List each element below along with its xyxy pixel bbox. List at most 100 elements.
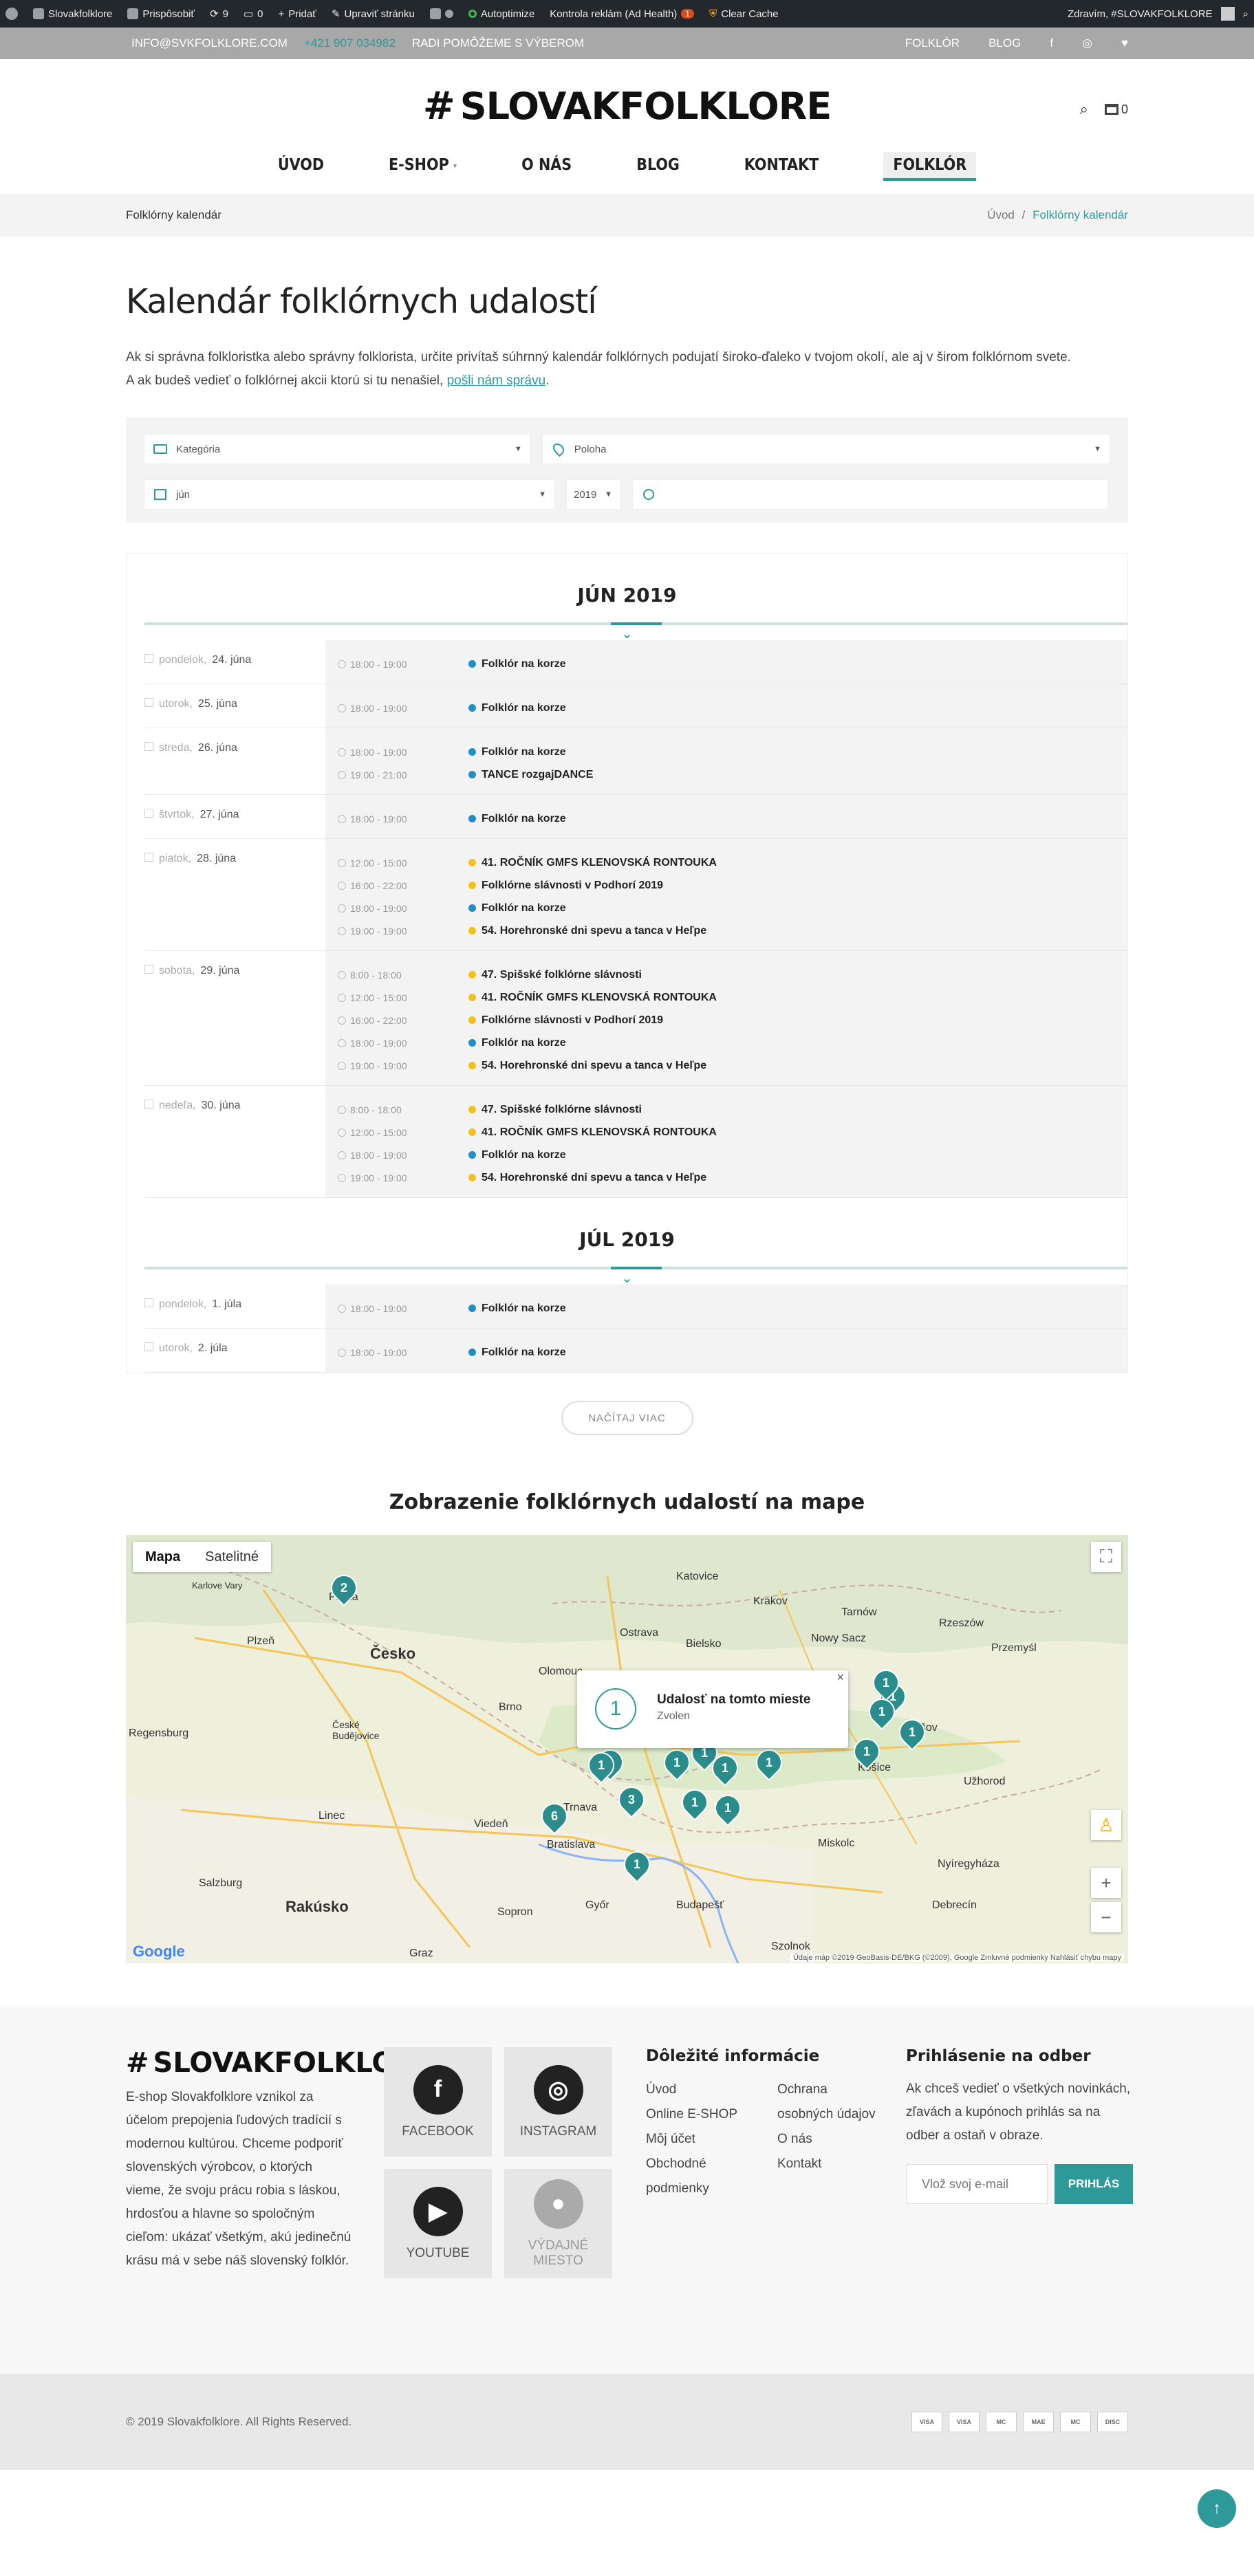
footer-info-link[interactable]: Úvod bbox=[646, 2077, 755, 2102]
zoom-out-icon[interactable]: − bbox=[1091, 1902, 1121, 1932]
footer-info-link[interactable]: Ochrana osobných údajov bbox=[777, 2077, 887, 2127]
map-label-katovice: Katovice bbox=[676, 1571, 719, 1582]
street-view-icon[interactable]: ♙ bbox=[1091, 1810, 1121, 1840]
newsletter-email-input[interactable] bbox=[906, 2164, 1048, 2204]
site-logo[interactable]: # SLOVAKFOLKLORE bbox=[423, 84, 832, 129]
map-label-plzen: Plzeň bbox=[247, 1635, 275, 1647]
event-link[interactable]: 41. ROČNÍK GMFS KLENOVSKÁ RONTOUKA bbox=[468, 857, 717, 869]
chevron-down-icon[interactable]: ⌄ bbox=[621, 1269, 633, 1287]
admin-updates-link[interactable]: ⟳ 9 bbox=[210, 8, 228, 21]
topbar-link-blog[interactable]: BLOG bbox=[988, 36, 1021, 50]
cart-button[interactable]: 0 bbox=[1104, 102, 1128, 117]
map-type-map[interactable]: Mapa bbox=[133, 1549, 193, 1565]
event-link[interactable]: Folklór na korze bbox=[468, 813, 566, 825]
wp-logo-icon[interactable] bbox=[6, 8, 18, 20]
contact-email[interactable]: INFO@SVKFOLKLORE.COM bbox=[131, 36, 288, 50]
day-row: pondelok, 1. júla 18:00 - 19:00 Folklór na … bbox=[144, 1285, 1127, 1329]
search-field[interactable] bbox=[632, 479, 1108, 510]
map-attribution[interactable]: Údaje máp ©2019 GeoBasis-DE/BKG (©2009),… bbox=[790, 1954, 1124, 1962]
pickup-point-link[interactable]: ● VÝDAJNÉ MIESTO bbox=[504, 2169, 612, 2278]
fullscreen-icon[interactable]: ⛶ bbox=[1091, 1542, 1121, 1572]
footer-info-link[interactable]: Obchodné podmienky bbox=[646, 2152, 755, 2201]
day-label: štvrtok, 27. júna bbox=[144, 795, 325, 838]
events-map[interactable]: Česko Rakúsko Katovice Krakov Praha Brno… bbox=[126, 1535, 1128, 1963]
instagram-link[interactable]: ◎ INSTAGRAM bbox=[504, 2047, 612, 2157]
admin-site-link[interactable]: Slovakfolklore bbox=[33, 8, 112, 20]
instagram-icon[interactable]: ◎ bbox=[1082, 36, 1092, 50]
status-circle-icon bbox=[468, 10, 477, 18]
event-link[interactable]: TANCE rozgajDANCE bbox=[468, 769, 593, 781]
youtube-link[interactable]: ▶ YOUTUBE bbox=[384, 2169, 492, 2278]
month-divider bbox=[144, 622, 1127, 625]
event-link[interactable]: Folklór na korze bbox=[468, 702, 566, 714]
send-message-link[interactable]: pošli nám správu bbox=[447, 373, 546, 388]
location-select[interactable]: Poloha ▼ bbox=[541, 434, 1110, 464]
facebook-link[interactable]: f FACEBOOK bbox=[384, 2047, 492, 2157]
topbar-link-folklor[interactable]: FOLKLÓR bbox=[905, 36, 960, 50]
nav-item-o-nas[interactable]: O NÁS bbox=[521, 152, 572, 178]
year-select[interactable]: 2019 ▼ bbox=[566, 479, 621, 510]
nav-item-kontakt[interactable]: KONTAKT bbox=[744, 152, 819, 178]
footer-info-col-2: Ochrana osobných údajov O nás Kontakt bbox=[777, 2077, 887, 2201]
map-label-ostrava: Ostrava bbox=[620, 1627, 659, 1639]
event-link[interactable]: Folklór na korze bbox=[468, 1037, 566, 1049]
event-link[interactable]: 54. Horehronské dni spevu a tanca v Heľp… bbox=[468, 925, 706, 937]
admin-add-link[interactable]: + Pridať bbox=[279, 8, 316, 20]
admin-customize-link[interactable]: Prispôsobiť bbox=[127, 8, 195, 20]
load-more-button[interactable]: NAČÍTAJ VIAC bbox=[561, 1401, 693, 1435]
zoom-in-icon[interactable]: + bbox=[1091, 1868, 1121, 1898]
category-select[interactable]: Kategória ▼ bbox=[144, 434, 531, 464]
event-link[interactable]: 41. ROČNÍK GMFS KLENOVSKÁ RONTOUKA bbox=[468, 992, 717, 1004]
event-link[interactable]: 41. ROČNÍK GMFS KLENOVSKÁ RONTOUKA bbox=[468, 1126, 717, 1139]
contact-phone[interactable]: +421 907 034982 bbox=[304, 36, 396, 50]
footer-info-link[interactable]: Online E-SHOP bbox=[646, 2102, 755, 2127]
footer-info-link[interactable]: O nás bbox=[777, 2127, 887, 2152]
back-to-top-button[interactable]: ↑ bbox=[1198, 2489, 1236, 2528]
footer-info-link[interactable]: Kontakt bbox=[777, 2152, 887, 2176]
map-label-krakov: Krakov bbox=[753, 1595, 788, 1607]
heart-icon[interactable]: ♥ bbox=[1121, 36, 1128, 50]
event-item: 19:00 - 21:00 TANCE rozgajDANCE bbox=[338, 763, 1127, 786]
cart-icon bbox=[1104, 104, 1118, 115]
admin-adhealth-link[interactable]: Kontrola reklám (Ad Health) 1 bbox=[550, 8, 694, 20]
event-link[interactable]: 47. Spišské folklórne slávnosti bbox=[468, 1104, 642, 1116]
admin-autoptimize-link[interactable]: Autoptimize bbox=[468, 8, 534, 20]
event-link[interactable]: Folklór na korze bbox=[468, 746, 566, 758]
event-link[interactable]: Folklórne slávnosti v Podhorí 2019 bbox=[468, 880, 663, 892]
search-icon[interactable]: ⌕ bbox=[1243, 8, 1248, 20]
admin-cache-link[interactable]: ⛨ Clear Cache bbox=[709, 8, 779, 20]
event-link[interactable]: 54. Horehronské dni spevu a tanca v Heľp… bbox=[468, 1172, 706, 1184]
event-link[interactable]: 47. Spišské folklórne slávnosti bbox=[468, 969, 642, 981]
event-link[interactable]: Folklór na korze bbox=[468, 902, 566, 915]
nav-item-uvod[interactable]: ÚVOD bbox=[278, 152, 324, 178]
close-icon[interactable]: × bbox=[836, 1670, 844, 1685]
month-select[interactable]: jún ▼ bbox=[144, 479, 555, 510]
event-link[interactable]: 54. Horehronské dni spevu a tanca v Heľp… bbox=[468, 1060, 706, 1072]
shield-icon: ⛨ bbox=[709, 8, 717, 20]
footer-logo[interactable]: # SLOVAKFOLKLORE bbox=[126, 2047, 435, 2079]
breadcrumb-home[interactable]: Úvod bbox=[987, 208, 1015, 221]
admin-comments-link[interactable]: ▭ 0 bbox=[244, 8, 263, 21]
clock-icon bbox=[338, 1150, 346, 1159]
admin-edit-link[interactable]: ✎ Upraviť stránku bbox=[332, 8, 415, 21]
facebook-icon[interactable]: f bbox=[1050, 36, 1053, 50]
search-icon[interactable]: ⌕ bbox=[1080, 100, 1088, 118]
event-link[interactable]: Folklórne slávnosti v Podhorí 2019 bbox=[468, 1014, 663, 1027]
admin-greeting[interactable]: Zdravím, #SLOVAKFOLKLORE bbox=[1068, 8, 1213, 20]
admin-yoast-link[interactable] bbox=[429, 8, 453, 19]
newsletter-submit-button[interactable]: PRIHLÁS bbox=[1055, 2164, 1133, 2204]
event-link[interactable]: Folklór na korze bbox=[468, 1149, 566, 1161]
event-link[interactable]: Folklór na korze bbox=[468, 1346, 566, 1359]
event-item: 16:00 - 22:00 Folklórne slávnosti v Podho… bbox=[338, 1009, 1127, 1032]
clock-icon bbox=[338, 1173, 346, 1182]
payment-card-icon: VISA bbox=[911, 2412, 942, 2432]
chevron-down-icon[interactable]: ⌄ bbox=[621, 625, 633, 642]
event-link[interactable]: Folklór na korze bbox=[468, 1302, 566, 1315]
avatar[interactable] bbox=[1220, 7, 1235, 21]
nav-item-folklor[interactable]: FOLKLÓR bbox=[883, 152, 977, 181]
map-type-satellite[interactable]: Satelitné bbox=[193, 1549, 271, 1565]
nav-item-eshop[interactable]: E-SHOP ▾ bbox=[389, 152, 457, 178]
footer-info-link[interactable]: Môj účet bbox=[646, 2127, 755, 2152]
nav-item-blog[interactable]: BLOG bbox=[636, 152, 680, 178]
event-link[interactable]: Folklór na korze bbox=[468, 658, 566, 670]
